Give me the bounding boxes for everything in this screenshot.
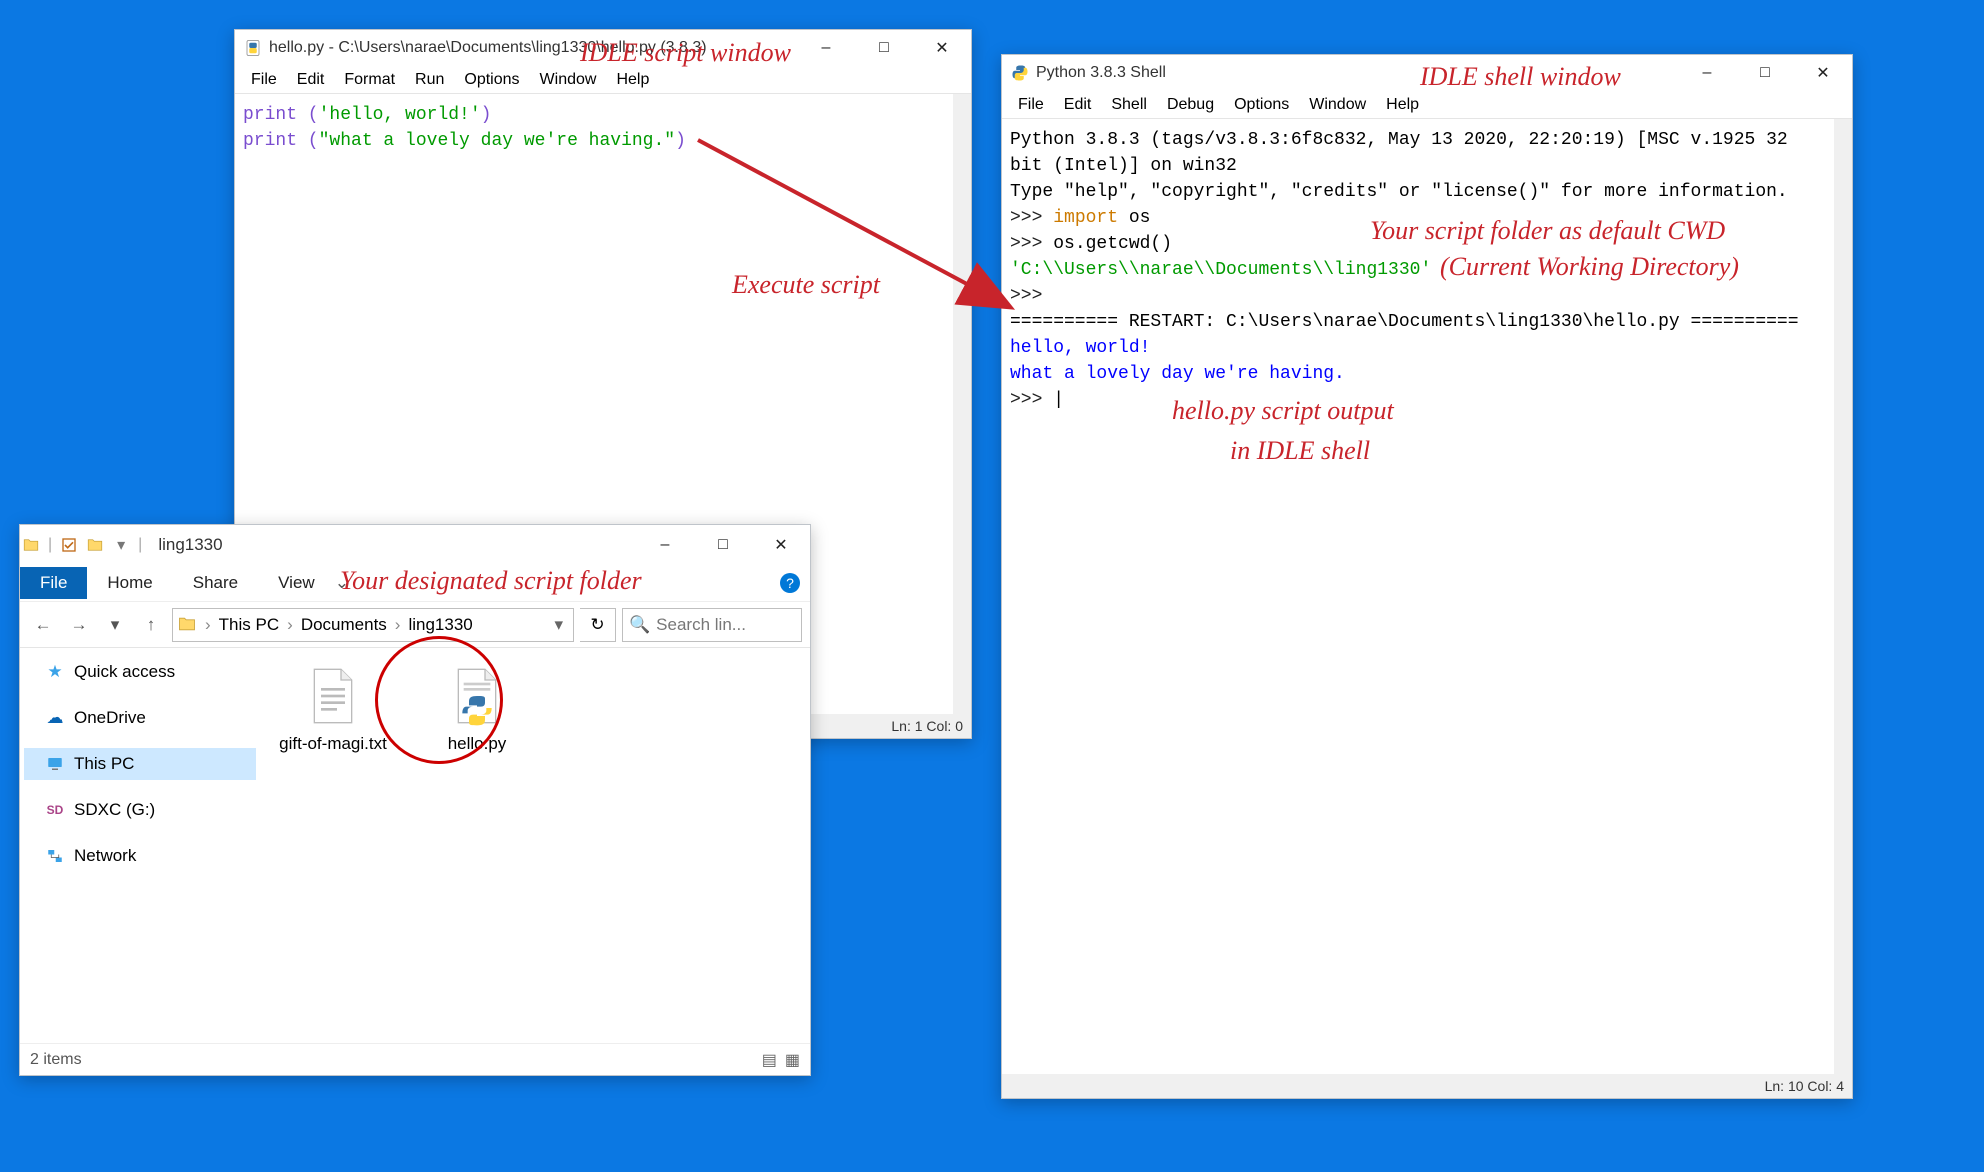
minimize-button[interactable]: – [636, 527, 694, 563]
file-name: gift-of-magi.txt [279, 734, 387, 754]
menu-options[interactable]: Options [454, 69, 529, 91]
large-icons-view-icon[interactable]: ▦ [785, 1050, 800, 1070]
search-input[interactable]: 🔍 Search lin... [622, 608, 802, 642]
menu-options[interactable]: Options [1224, 94, 1299, 116]
forward-button[interactable]: → [64, 610, 94, 640]
scrollbar[interactable] [1834, 119, 1852, 1074]
cloud-icon: ☁ [46, 709, 64, 727]
chevron-down-icon[interactable]: ⌄ [335, 573, 349, 593]
menu-edit[interactable]: Edit [287, 69, 335, 91]
details-view-icon[interactable]: ▤ [762, 1050, 777, 1070]
nav-quick-access[interactable]: ★ Quick access [24, 656, 256, 688]
minimize-button[interactable]: – [797, 30, 855, 66]
maximize-button[interactable]: □ [694, 527, 752, 563]
file-name: hello.py [448, 734, 507, 754]
nav-sdxc[interactable]: SD SDXC (G:) [24, 794, 256, 826]
ribbon-view-tab[interactable]: View [258, 567, 335, 599]
checkbox-icon[interactable] [60, 536, 78, 554]
menu-window[interactable]: Window [1299, 94, 1376, 116]
close-button[interactable]: ✕ [752, 527, 810, 563]
output-line: what a lovely day we're having. [1010, 364, 1345, 384]
file-item-py[interactable]: hello.py [422, 664, 532, 754]
breadcrumb-item[interactable]: ling1330 [402, 615, 478, 635]
shell-body[interactable]: Python 3.8.3 (tags/v3.8.3:6f8c832, May 1… [1002, 119, 1852, 1074]
ribbon-home-tab[interactable]: Home [87, 567, 172, 599]
shell-cursor-pos: Ln: 10 Col: 4 [1765, 1078, 1844, 1094]
nav-network[interactable]: Network [24, 840, 256, 872]
close-button[interactable]: ✕ [913, 30, 971, 66]
menu-debug[interactable]: Debug [1157, 94, 1224, 116]
pc-icon [46, 755, 64, 773]
explorer-titlebar[interactable]: | ▾ | ling1330 – □ ✕ [20, 525, 810, 565]
star-icon: ★ [46, 663, 64, 681]
menu-file[interactable]: File [241, 69, 287, 91]
file-item-txt[interactable]: gift-of-magi.txt [278, 664, 388, 754]
folder-icon[interactable] [86, 536, 104, 554]
script-title-text: hello.py - C:\Users\narae\Documents\ling… [269, 39, 797, 57]
network-icon [46, 847, 64, 865]
nav-onedrive[interactable]: ☁ OneDrive [24, 702, 256, 734]
ribbon: File Home Share View ⌄ ? [20, 565, 810, 601]
close-button[interactable]: ✕ [1794, 55, 1852, 91]
refresh-button[interactable]: ↻ [580, 608, 616, 642]
banner-line: Python 3.8.3 (tags/v3.8.3:6f8c832, May 1… [1010, 127, 1830, 179]
chevron-down-icon[interactable]: ▾ [548, 615, 569, 635]
python-file-icon [243, 38, 263, 58]
maximize-button[interactable]: □ [855, 30, 913, 66]
scrollbar[interactable] [953, 94, 971, 714]
nav-pane: ★ Quick access ☁ OneDrive This PC SD SDX… [20, 648, 260, 1043]
menu-window[interactable]: Window [530, 69, 607, 91]
ribbon-file-tab[interactable]: File [20, 567, 87, 599]
shell-statusbar: Ln: 10 Col: 4 [1002, 1074, 1852, 1098]
script-cursor-pos: Ln: 1 Col: 0 [891, 718, 963, 734]
text-file-icon [301, 664, 365, 728]
quick-access-toolbar: | ▾ | [22, 536, 142, 554]
script-menubar: File Edit Format Run Options Window Help [235, 66, 971, 94]
menu-shell[interactable]: Shell [1101, 94, 1157, 116]
breadcrumb-item[interactable]: Documents [295, 615, 393, 635]
item-count: 2 items [30, 1051, 82, 1069]
script-titlebar[interactable]: hello.py - C:\Users\narae\Documents\ling… [235, 30, 971, 66]
shell-title-text: Python 3.8.3 Shell [1036, 64, 1678, 82]
breadcrumb[interactable]: › This PC › Documents › ling1330 ▾ [172, 608, 574, 642]
back-button[interactable]: ← [28, 610, 58, 640]
search-icon: 🔍 [629, 615, 650, 635]
explorer-statusbar: 2 items ▤ ▦ [20, 1043, 810, 1075]
python-file-icon [445, 664, 509, 728]
menu-file[interactable]: File [1008, 94, 1054, 116]
up-button[interactable]: ↑ [136, 610, 166, 640]
banner-line: Type "help", "copyright", "credits" or "… [1010, 182, 1788, 202]
minimize-button[interactable]: – [1678, 55, 1736, 91]
file-pane[interactable]: gift-of-magi.txt hello.py [260, 648, 810, 1043]
output-line: hello, world! [1010, 338, 1150, 358]
menu-run[interactable]: Run [405, 69, 454, 91]
chevron-down-icon[interactable]: ▾ [112, 536, 130, 554]
folder-icon [22, 536, 40, 554]
file-explorer-window: | ▾ | ling1330 – □ ✕ File Home Share Vie… [19, 524, 811, 1076]
ribbon-share-tab[interactable]: Share [173, 567, 258, 599]
address-bar-row: ← → ▾ ↑ › This PC › Documents › ling1330… [20, 601, 810, 647]
python-icon [1010, 63, 1030, 83]
recent-dropdown[interactable]: ▾ [100, 610, 130, 640]
explorer-body: ★ Quick access ☁ OneDrive This PC SD SDX… [20, 647, 810, 1043]
menu-format[interactable]: Format [334, 69, 405, 91]
restart-line: ========== RESTART: C:\Users\narae\Docum… [1010, 312, 1799, 332]
divider: | [138, 536, 142, 554]
shell-menubar: File Edit Shell Debug Options Window Hel… [1002, 91, 1852, 119]
search-placeholder: Search lin... [656, 615, 746, 635]
maximize-button[interactable]: □ [1736, 55, 1794, 91]
menu-edit[interactable]: Edit [1054, 94, 1102, 116]
menu-help[interactable]: Help [606, 69, 659, 91]
explorer-title: ling1330 [148, 530, 232, 560]
breadcrumb-item[interactable]: This PC [213, 615, 285, 635]
idle-shell-window: Python 3.8.3 Shell – □ ✕ File Edit Shell… [1001, 54, 1853, 1099]
menu-help[interactable]: Help [1376, 94, 1429, 116]
sd-card-icon: SD [46, 801, 64, 819]
folder-icon [177, 614, 199, 636]
divider: | [48, 536, 52, 554]
shell-titlebar[interactable]: Python 3.8.3 Shell – □ ✕ [1002, 55, 1852, 91]
cwd-output: 'C:\\Users\\narae\\Documents\\ling1330' [1010, 260, 1431, 280]
nav-this-pc[interactable]: This PC [24, 748, 256, 780]
help-icon[interactable]: ? [780, 573, 800, 593]
